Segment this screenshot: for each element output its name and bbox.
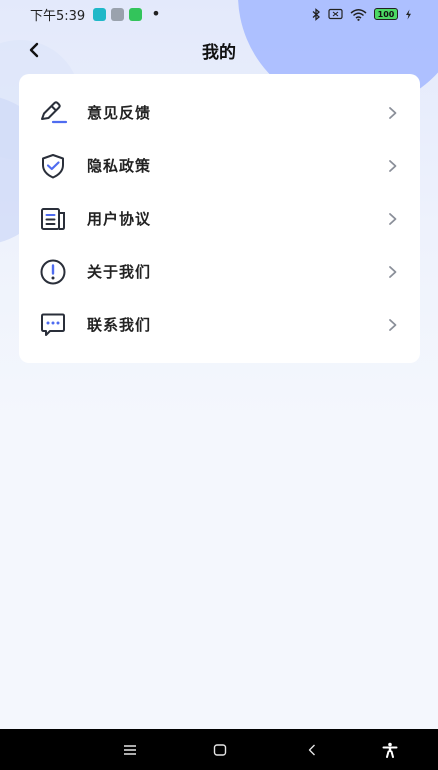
nav-menu-button[interactable]	[110, 729, 150, 770]
chevron-right-icon	[388, 265, 400, 279]
chevron-right-icon	[388, 318, 400, 332]
accessibility-icon	[382, 742, 398, 758]
chevron-right-icon	[388, 159, 400, 173]
menu-icon	[124, 744, 136, 755]
app-notification-icon	[93, 7, 107, 21]
system-nav-bar	[0, 729, 438, 770]
menu-card: 意见反馈 隐私政策 用户协议 关于我们 联系我们	[19, 74, 420, 363]
menu-item-user-agreement[interactable]: 用户协议	[19, 192, 420, 245]
page-header: 我的	[0, 30, 438, 70]
menu-item-label: 用户协议	[87, 210, 152, 228]
status-bar: 下午5:39 • 100	[0, 0, 438, 28]
menu-item-label: 隐私政策	[87, 157, 152, 175]
app-notification-icon	[111, 7, 125, 21]
status-indicators: 100	[311, 7, 412, 21]
menu-item-contact-us[interactable]: 联系我们	[19, 298, 420, 351]
pencil-edit-icon	[37, 97, 69, 129]
menu-item-about-us[interactable]: 关于我们	[19, 245, 420, 298]
home-square-icon	[213, 743, 227, 756]
info-exclamation-icon	[37, 256, 69, 288]
menu-item-privacy-policy[interactable]: 隐私政策	[19, 139, 420, 192]
page-title: 我的	[202, 43, 236, 63]
charging-icon	[406, 9, 411, 19]
chevron-right-icon	[388, 212, 400, 226]
more-notifications-dot: •	[151, 4, 161, 23]
bluetooth-icon	[312, 7, 320, 21]
sim-none-icon	[328, 8, 343, 20]
wifi-icon	[350, 8, 367, 21]
chevron-right-icon	[388, 106, 400, 120]
chat-bubble-icon	[37, 309, 69, 341]
battery-icon: 100	[374, 8, 398, 20]
menu-item-label: 意见反馈	[87, 104, 152, 122]
menu-item-label: 关于我们	[87, 263, 152, 281]
nav-back-button[interactable]	[292, 729, 332, 770]
back-triangle-icon	[308, 744, 315, 755]
nav-home-button[interactable]	[200, 729, 240, 770]
menu-item-label: 联系我们	[87, 316, 152, 334]
status-time: 下午5:39	[30, 8, 86, 24]
notification-icons	[93, 7, 143, 21]
document-list-icon	[37, 203, 69, 235]
app-notification-icon	[129, 7, 143, 21]
nav-accessibility-button[interactable]	[370, 729, 410, 770]
shield-check-icon	[37, 150, 69, 182]
menu-item-feedback[interactable]: 意见反馈	[19, 86, 420, 139]
